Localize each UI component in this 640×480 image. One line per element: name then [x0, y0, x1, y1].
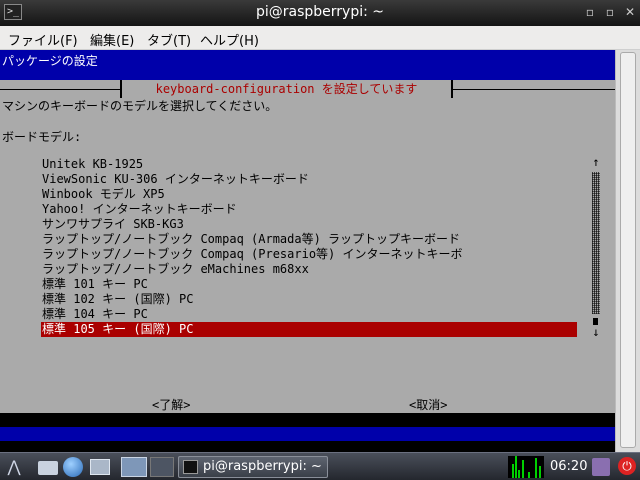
cancel-button[interactable]: <取消>	[409, 396, 447, 413]
menu-tab[interactable]: タブ(T)	[147, 30, 191, 49]
system-tray-icon[interactable]	[592, 458, 610, 476]
dialog-prompt: マシンのキーボードのモデルを選択してください。	[2, 99, 278, 113]
dialog-title: keyboard-configuration を設定しています	[120, 80, 453, 98]
desktop-pager-1[interactable]	[121, 457, 147, 477]
terminal-icon	[183, 460, 198, 474]
keyboard-model-list[interactable]: Unitek KB-1925 ViewSonic KU-306 インターネットキ…	[41, 157, 577, 337]
terminal-scroll-thumb[interactable]	[620, 52, 636, 448]
terminal-header-bar: パッケージの設定	[0, 50, 615, 80]
list-item[interactable]: Yahoo! インターネットキーボード	[41, 202, 577, 217]
taskbar-task-label: pi@raspberrypi: ~	[203, 459, 322, 474]
terminal-footer-bar	[0, 427, 615, 441]
list-item[interactable]: 標準 101 キー PC	[41, 277, 577, 292]
ok-button[interactable]: <了解>	[152, 396, 190, 413]
close-button[interactable]: ✕	[623, 5, 637, 19]
menubar: ファイル(F) 編集(E) タブ(T) ヘルプ(H)	[0, 26, 640, 50]
clock[interactable]: 06:20	[550, 459, 587, 474]
package-config-header: パッケージの設定	[2, 54, 98, 68]
show-desktop-icon[interactable]	[90, 459, 110, 475]
list-item[interactable]: ViewSonic KU-306 インターネットキーボード	[41, 172, 577, 187]
keyboard-model-label: ボードモデル:	[2, 130, 82, 144]
browser-icon[interactable]	[63, 457, 83, 477]
list-item[interactable]: ラップトップ/ノートブック Compaq (Presario等) インターネット…	[41, 247, 577, 262]
list-item-selected[interactable]: 標準 105 キー (国際) PC	[41, 322, 577, 337]
list-item[interactable]: Unitek KB-1925	[41, 157, 577, 172]
scroll-thumb[interactable]	[593, 318, 598, 325]
taskbar: ⋀ pi@raspberrypi: ~ 06:20 ⏻	[0, 452, 640, 480]
menu-file[interactable]: ファイル(F)	[8, 30, 78, 49]
start-menu-icon[interactable]: ⋀	[4, 457, 24, 477]
taskbar-terminal-button[interactable]: pi@raspberrypi: ~	[178, 456, 328, 478]
list-item[interactable]: ラップトップ/ノートブック eMachines m68xx	[41, 262, 577, 277]
scroll-track[interactable]	[592, 172, 600, 314]
cpu-monitor	[508, 456, 544, 478]
scroll-up-icon[interactable]: ↑	[590, 156, 602, 168]
maximize-button[interactable]: ▫	[603, 5, 617, 19]
list-item[interactable]: 標準 104 キー PC	[41, 307, 577, 322]
list-item[interactable]: Winbook モデル XP5	[41, 187, 577, 202]
terminal-area[interactable]: パッケージの設定 keyboard-configuration を設定しています…	[0, 50, 640, 452]
minimize-button[interactable]: ▫	[583, 5, 597, 19]
file-manager-icon[interactable]	[38, 461, 58, 475]
menu-edit[interactable]: 編集(E)	[90, 30, 134, 49]
terminal-scrollbar[interactable]	[615, 50, 640, 452]
list-scrollbar[interactable]: ↑ ↓	[590, 156, 602, 338]
window-titlebar: >_ pi@raspberrypi: ~ ▫ ▫ ✕	[0, 0, 640, 26]
menu-help[interactable]: ヘルプ(H)	[200, 30, 259, 49]
desktop-pager-2[interactable]	[150, 457, 174, 477]
config-dialog: keyboard-configuration を設定しています マシンのキーボー…	[0, 80, 615, 435]
window-title: pi@raspberrypi: ~	[255, 4, 385, 20]
scroll-down-icon[interactable]: ↓	[590, 326, 602, 338]
list-item[interactable]: サンワサプライ SKB-KG3	[41, 217, 577, 232]
power-icon[interactable]: ⏻	[618, 457, 636, 475]
list-item[interactable]: 標準 102 キー (国際) PC	[41, 292, 577, 307]
list-item[interactable]: ラップトップ/ノートブック Compaq (Armada等) ラップトップキーボ…	[41, 232, 577, 247]
